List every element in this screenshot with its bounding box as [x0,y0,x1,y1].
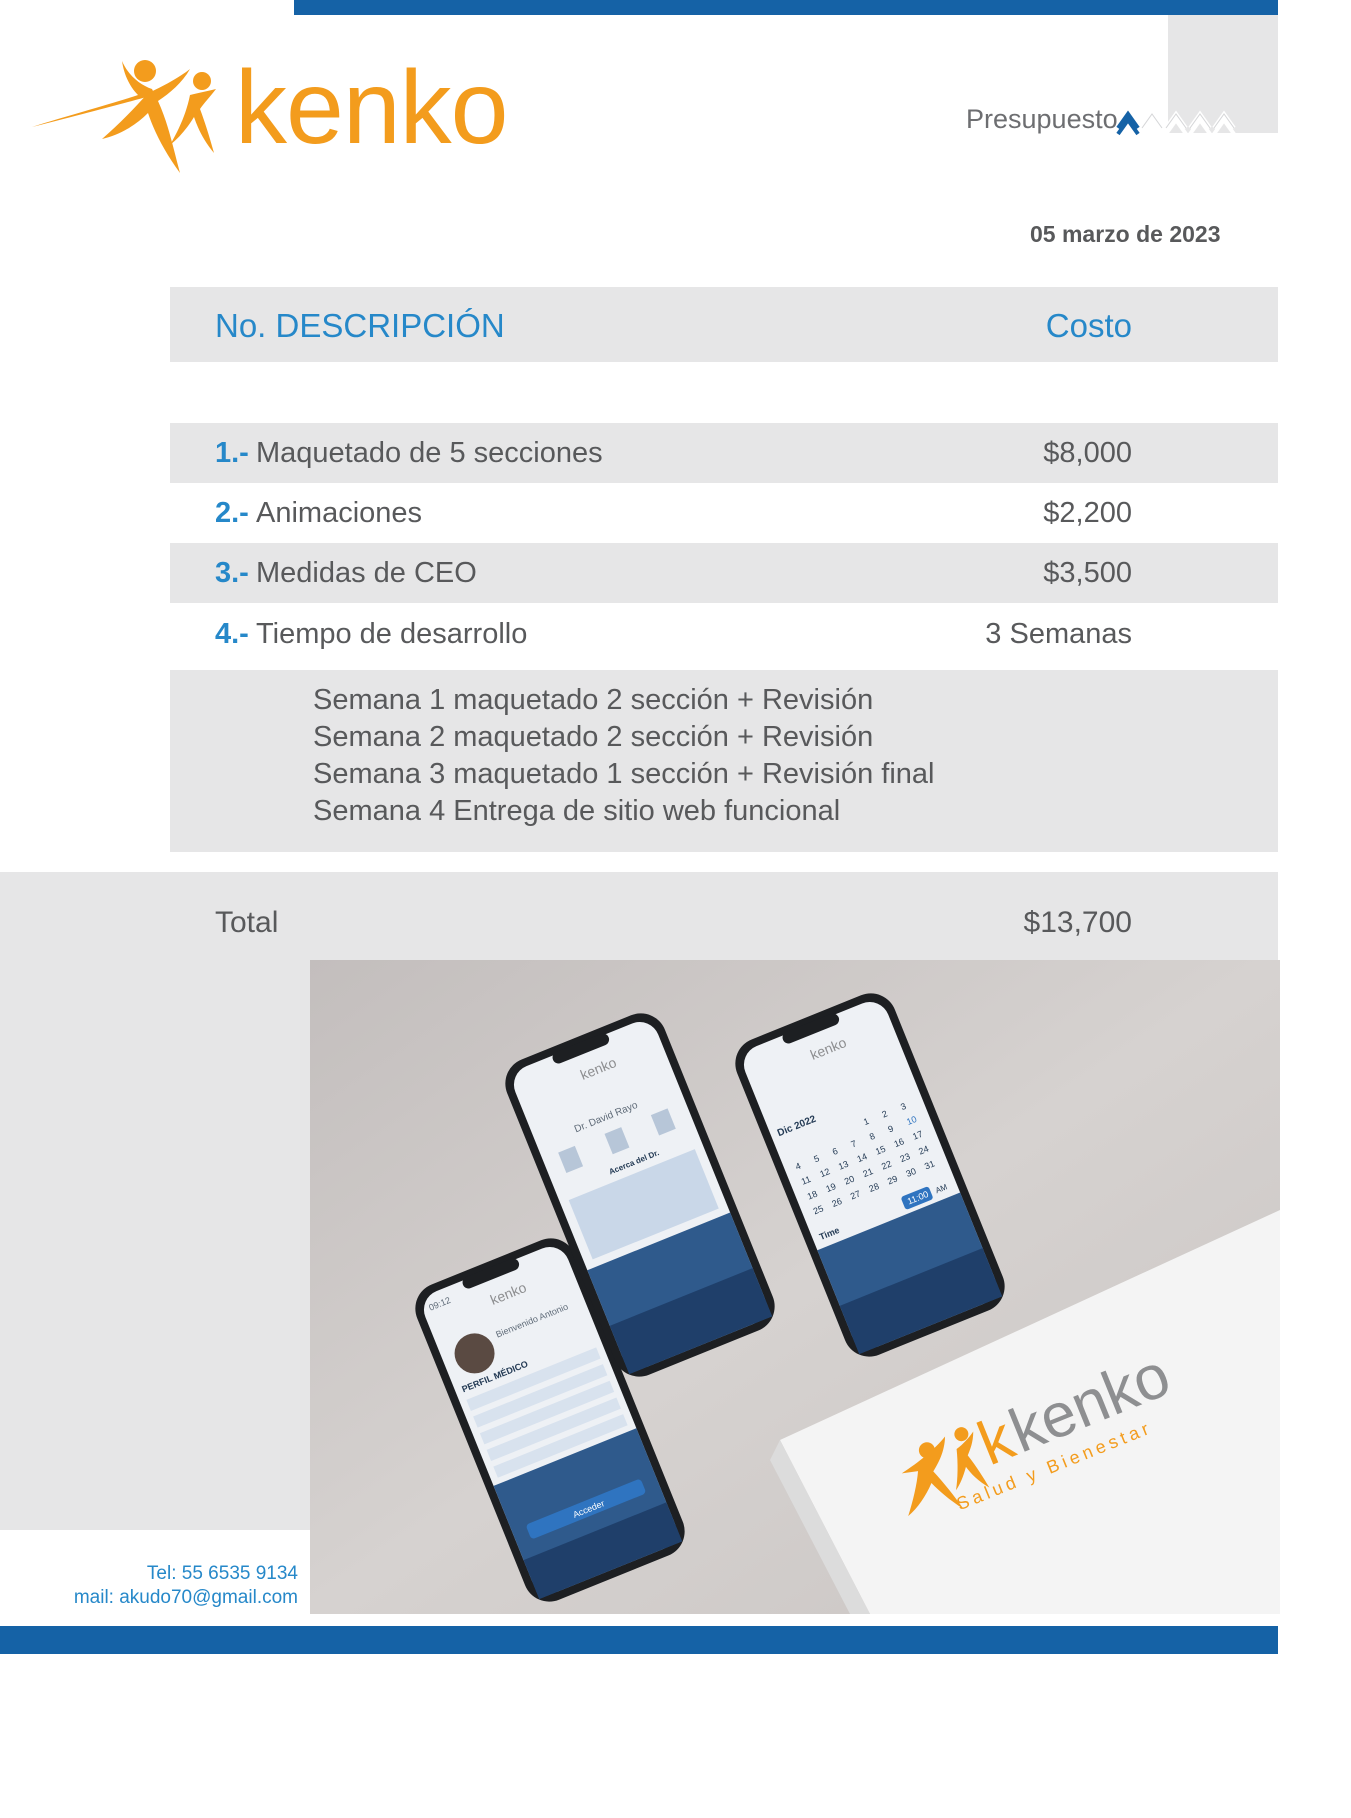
header-cost: Costo [1045,307,1132,344]
row-description: Maquetado de 5 secciones [256,437,603,469]
row-number: 2.- [215,497,249,529]
chevrons-decoration-icon [1116,110,1236,136]
table-row: 2.- Animaciones $2,200 [170,483,1278,543]
row-number: 4.- [215,618,249,650]
contact-phone: Tel: 55 6535 9134 [146,1563,298,1584]
schedule-line: Semana 1 maquetado 2 sección + Revisión [313,684,874,716]
schedule-line: Semana 4 Entrega de sitio web funcional [313,795,841,827]
contact-info: Tel: 55 6535 9134 mail: akudo70@gmail.co… [74,1562,298,1610]
total-row: Total $13,700 [0,872,1278,960]
document-date: 05 marzo de 2023 [1030,221,1221,247]
bottom-accent-bar [0,1626,1278,1654]
top-accent-bar [294,0,1278,15]
total-value: $13,700 [1023,906,1132,939]
total-label: Total [215,906,279,939]
schedule-line: Semana 2 maquetado 2 sección + Revisión [313,721,874,753]
row-description: Tiempo de desarrollo [256,618,528,650]
row-number: 3.- [215,557,249,589]
logo-wordmark: kenko [235,56,509,160]
row-description: Animaciones [256,497,423,529]
table-row: 4.- Tiempo de desarrollo 3 Semanas [170,604,1278,664]
schedule-line: Semana 3 maquetado 1 sección + Revisión … [313,758,935,790]
table-row: 3.- Medidas de CEO $3,500 [170,543,1278,603]
row-cost: $3,500 [1043,557,1132,589]
schedule-block: Semana 1 maquetado 2 sección + Revisión … [170,670,1278,852]
header-description: No. DESCRIPCIÓN [215,307,505,344]
row-number: 1.- [215,437,249,469]
row-cost: 3 Semanas [985,618,1132,650]
app-mockup-photo: k kenko Salud y Bienestar 09:12 kenko Bi… [310,960,1280,1614]
side-band [0,960,310,1530]
table-row: 1.- Maquetado de 5 secciones $8,000 [170,423,1278,483]
row-description: Medidas de CEO [256,557,477,589]
contact-email: mail: akudo70@gmail.com [73,1587,298,1608]
table-header: No. DESCRIPCIÓN Costo [170,287,1278,362]
mockup-illustration: k kenko Salud y Bienestar 09:12 kenko Bi… [310,960,1280,1614]
logo-wordmark-k: kenko [235,50,509,166]
document-type-label: Presupuesto [966,104,1118,134]
row-cost: $8,000 [1043,437,1132,469]
row-cost: $2,200 [1043,497,1132,529]
